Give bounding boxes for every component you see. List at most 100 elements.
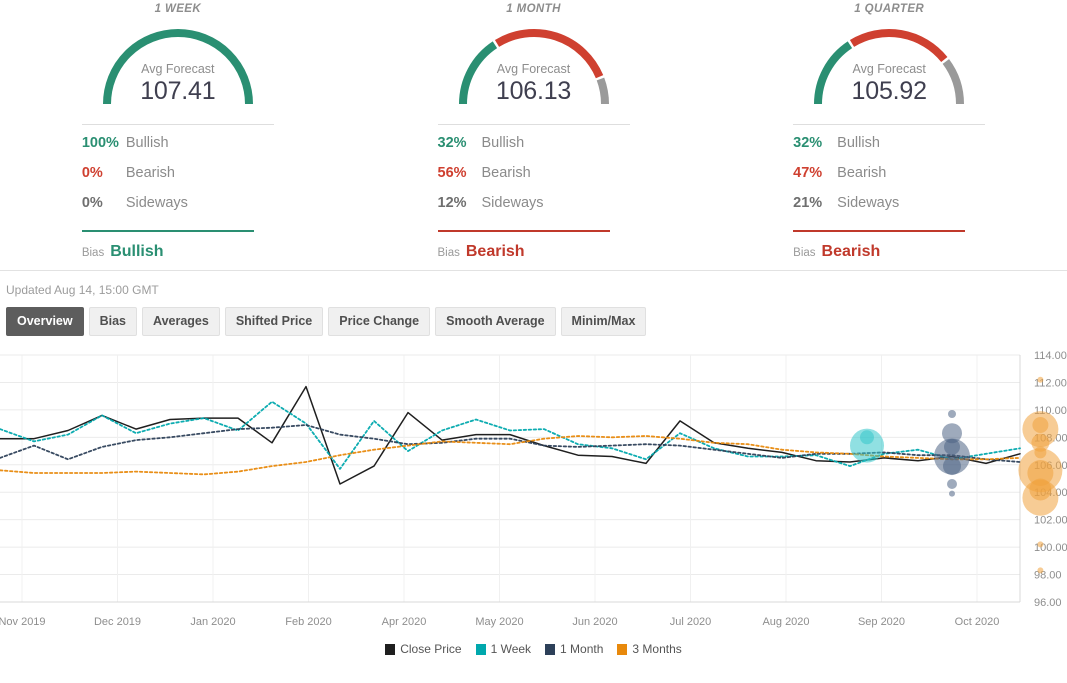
legend-swatch-icon — [545, 644, 556, 655]
gauge-container: Avg Forecast 107.41 — [0, 18, 356, 114]
sentiment-stats: 100% Bullish 0% Bearish 0% Sideways Bias… — [81, 125, 274, 261]
bias-caption: Bias — [81, 247, 105, 259]
stat-row-bearish: 56% Bearish — [438, 165, 630, 195]
gauge-readout: Avg Forecast 107.41 — [90, 62, 266, 106]
forecast-bubble[interactable] — [860, 430, 874, 445]
x-axis-tick-label: Feb 2020 — [285, 616, 331, 628]
legend-item-close-price[interactable]: Close Price — [385, 642, 462, 656]
tab-minim-max[interactable]: Minim/Max — [560, 307, 647, 336]
bias-summary: Bias Bearish — [793, 232, 985, 261]
bullish-label: Bullish — [481, 135, 525, 151]
x-axis-tick-label: Sep 2020 — [858, 616, 905, 628]
sideways-percent: 12% — [437, 195, 467, 211]
stat-row-bearish: 0% Bearish — [82, 165, 274, 195]
y-axis-tick-label: 102.00 — [1034, 515, 1067, 527]
stat-row-bearish: 47% Bearish — [793, 165, 985, 195]
forecast-bubble[interactable] — [1037, 567, 1044, 574]
sentiment-stats: 32% Bullish 56% Bearish 12% Sideways Bia… — [437, 125, 630, 261]
forecast-bubble[interactable] — [1037, 541, 1044, 548]
legend-label: 3 Months — [632, 642, 682, 656]
chart-canvas: 114.00112.00110.00108.00106.00104.00102.… — [0, 350, 1067, 628]
bearish-label: Bearish — [837, 165, 887, 181]
stat-row-bullish: 32% Bullish — [438, 135, 630, 165]
forecast-bubble[interactable] — [943, 457, 961, 476]
forecast-panels: 1 WEEK Avg Forecast 107.41 100% Bullish … — [0, 0, 1067, 270]
forecast-bubble[interactable] — [1022, 479, 1059, 516]
sentiment-stats: 32% Bullish 47% Bearish 21% Sideways Bia… — [793, 125, 985, 261]
legend-item-1-week[interactable]: 1 Week — [475, 642, 532, 656]
gauge-readout: Avg Forecast 105.92 — [801, 62, 977, 106]
gauge-caption: Avg Forecast — [141, 62, 215, 76]
forecast-bubble[interactable] — [947, 479, 957, 489]
forecast-panel-1: 1 WEEK Avg Forecast 107.41 100% Bullish … — [0, 0, 356, 270]
gauge-caption: Avg Forecast — [852, 62, 926, 76]
gauge-container: Avg Forecast 105.92 — [711, 18, 1067, 114]
legend-swatch-icon — [475, 644, 486, 655]
stat-row-sideways: 21% Sideways — [793, 195, 985, 225]
forecast-panel-2: 1 MONTH Avg Forecast 106.13 32% Bullish … — [356, 0, 712, 270]
tab-price-change[interactable]: Price Change — [328, 307, 431, 336]
bearish-percent: 47% — [793, 165, 823, 181]
panel-period-title: 1 MONTH — [506, 3, 561, 15]
forecast-gauge: Avg Forecast 107.41 — [90, 18, 266, 110]
bullish-label: Bullish — [125, 135, 169, 151]
forecast-bubble[interactable] — [1037, 376, 1044, 383]
gauge-value: 106.13 — [495, 77, 572, 105]
bias-caption: Bias — [437, 247, 460, 259]
bullish-percent: 32% — [793, 135, 823, 151]
bearish-label: Bearish — [125, 165, 175, 181]
forecast-bubble[interactable] — [949, 490, 955, 497]
panel-period-title: 1 WEEK — [154, 3, 202, 15]
gauge-value: 107.41 — [140, 77, 216, 105]
forecast-bubble[interactable] — [1032, 417, 1049, 433]
bias-value: Bearish — [821, 243, 881, 260]
tab-shifted-price[interactable]: Shifted Price — [224, 307, 324, 336]
bearish-percent: 0% — [81, 165, 103, 181]
y-axis-tick-label: 96.00 — [1034, 597, 1062, 609]
sideways-percent: 21% — [793, 195, 823, 211]
gauge-container: Avg Forecast 106.13 — [356, 18, 712, 114]
stat-row-sideways: 0% Sideways — [82, 195, 274, 225]
forecast-bubble[interactable] — [948, 410, 956, 418]
x-axis-tick-label: Aug 2020 — [762, 616, 809, 628]
legend-item-3-months[interactable]: 3 Months — [617, 642, 682, 656]
bullish-percent: 100% — [81, 135, 119, 151]
legend-swatch-icon — [617, 644, 628, 655]
tab-averages[interactable]: Averages — [142, 307, 220, 336]
sideways-label: Sideways — [837, 195, 900, 211]
stat-row-sideways: 12% Sideways — [438, 195, 630, 225]
x-axis-tick-label: Dec 2019 — [94, 616, 141, 628]
gauge-readout: Avg Forecast 106.13 — [446, 62, 622, 106]
y-axis-tick-label: 114.00 — [1034, 350, 1067, 362]
legend-label: 1 Week — [490, 642, 532, 656]
x-axis-tick-label: Nov 2019 — [0, 616, 46, 628]
legend-item-1-month[interactable]: 1 Month — [545, 643, 603, 656]
tab-overview[interactable]: Overview — [6, 307, 84, 336]
x-axis-tick-label: Oct 2020 — [955, 616, 1000, 628]
x-axis-tick-label: Jun 2020 — [572, 616, 617, 628]
bias-value: Bearish — [465, 243, 525, 260]
bullish-percent: 32% — [437, 135, 467, 151]
x-axis-tick-label: Apr 2020 — [382, 616, 427, 628]
bias-summary: Bias Bearish — [438, 232, 630, 261]
bias-value: Bullish — [110, 243, 164, 260]
forecast-gauge: Avg Forecast 105.92 — [801, 18, 977, 110]
sideways-percent: 0% — [81, 195, 103, 211]
chart-legend: Close Price 1 Week 1 Month 3 Months — [0, 641, 1067, 658]
bullish-label: Bullish — [837, 135, 880, 151]
gauge-caption: Avg Forecast — [496, 62, 571, 76]
bias-summary: Bias Bullish — [82, 232, 274, 261]
bias-caption: Bias — [793, 247, 816, 259]
panel-period-title: 1 QUARTER — [854, 3, 925, 15]
forecast-panel-3: 1 QUARTER Avg Forecast 105.92 32% Bullis… — [711, 0, 1067, 270]
tab-bias[interactable]: Bias — [88, 307, 137, 336]
gauge-value: 105.92 — [851, 77, 927, 105]
legend-swatch-icon — [385, 644, 396, 655]
forecast-chart[interactable]: 114.00112.00110.00108.00106.00104.00102.… — [0, 347, 1067, 642]
legend-label: Close Price — [400, 642, 462, 656]
forecast-gauge: Avg Forecast 106.13 — [446, 18, 622, 110]
tab-smooth-average[interactable]: Smooth Average — [435, 307, 556, 336]
stat-row-bullish: 100% Bullish — [82, 135, 274, 165]
bearish-label: Bearish — [481, 165, 531, 181]
sideways-label: Sideways — [125, 195, 188, 211]
